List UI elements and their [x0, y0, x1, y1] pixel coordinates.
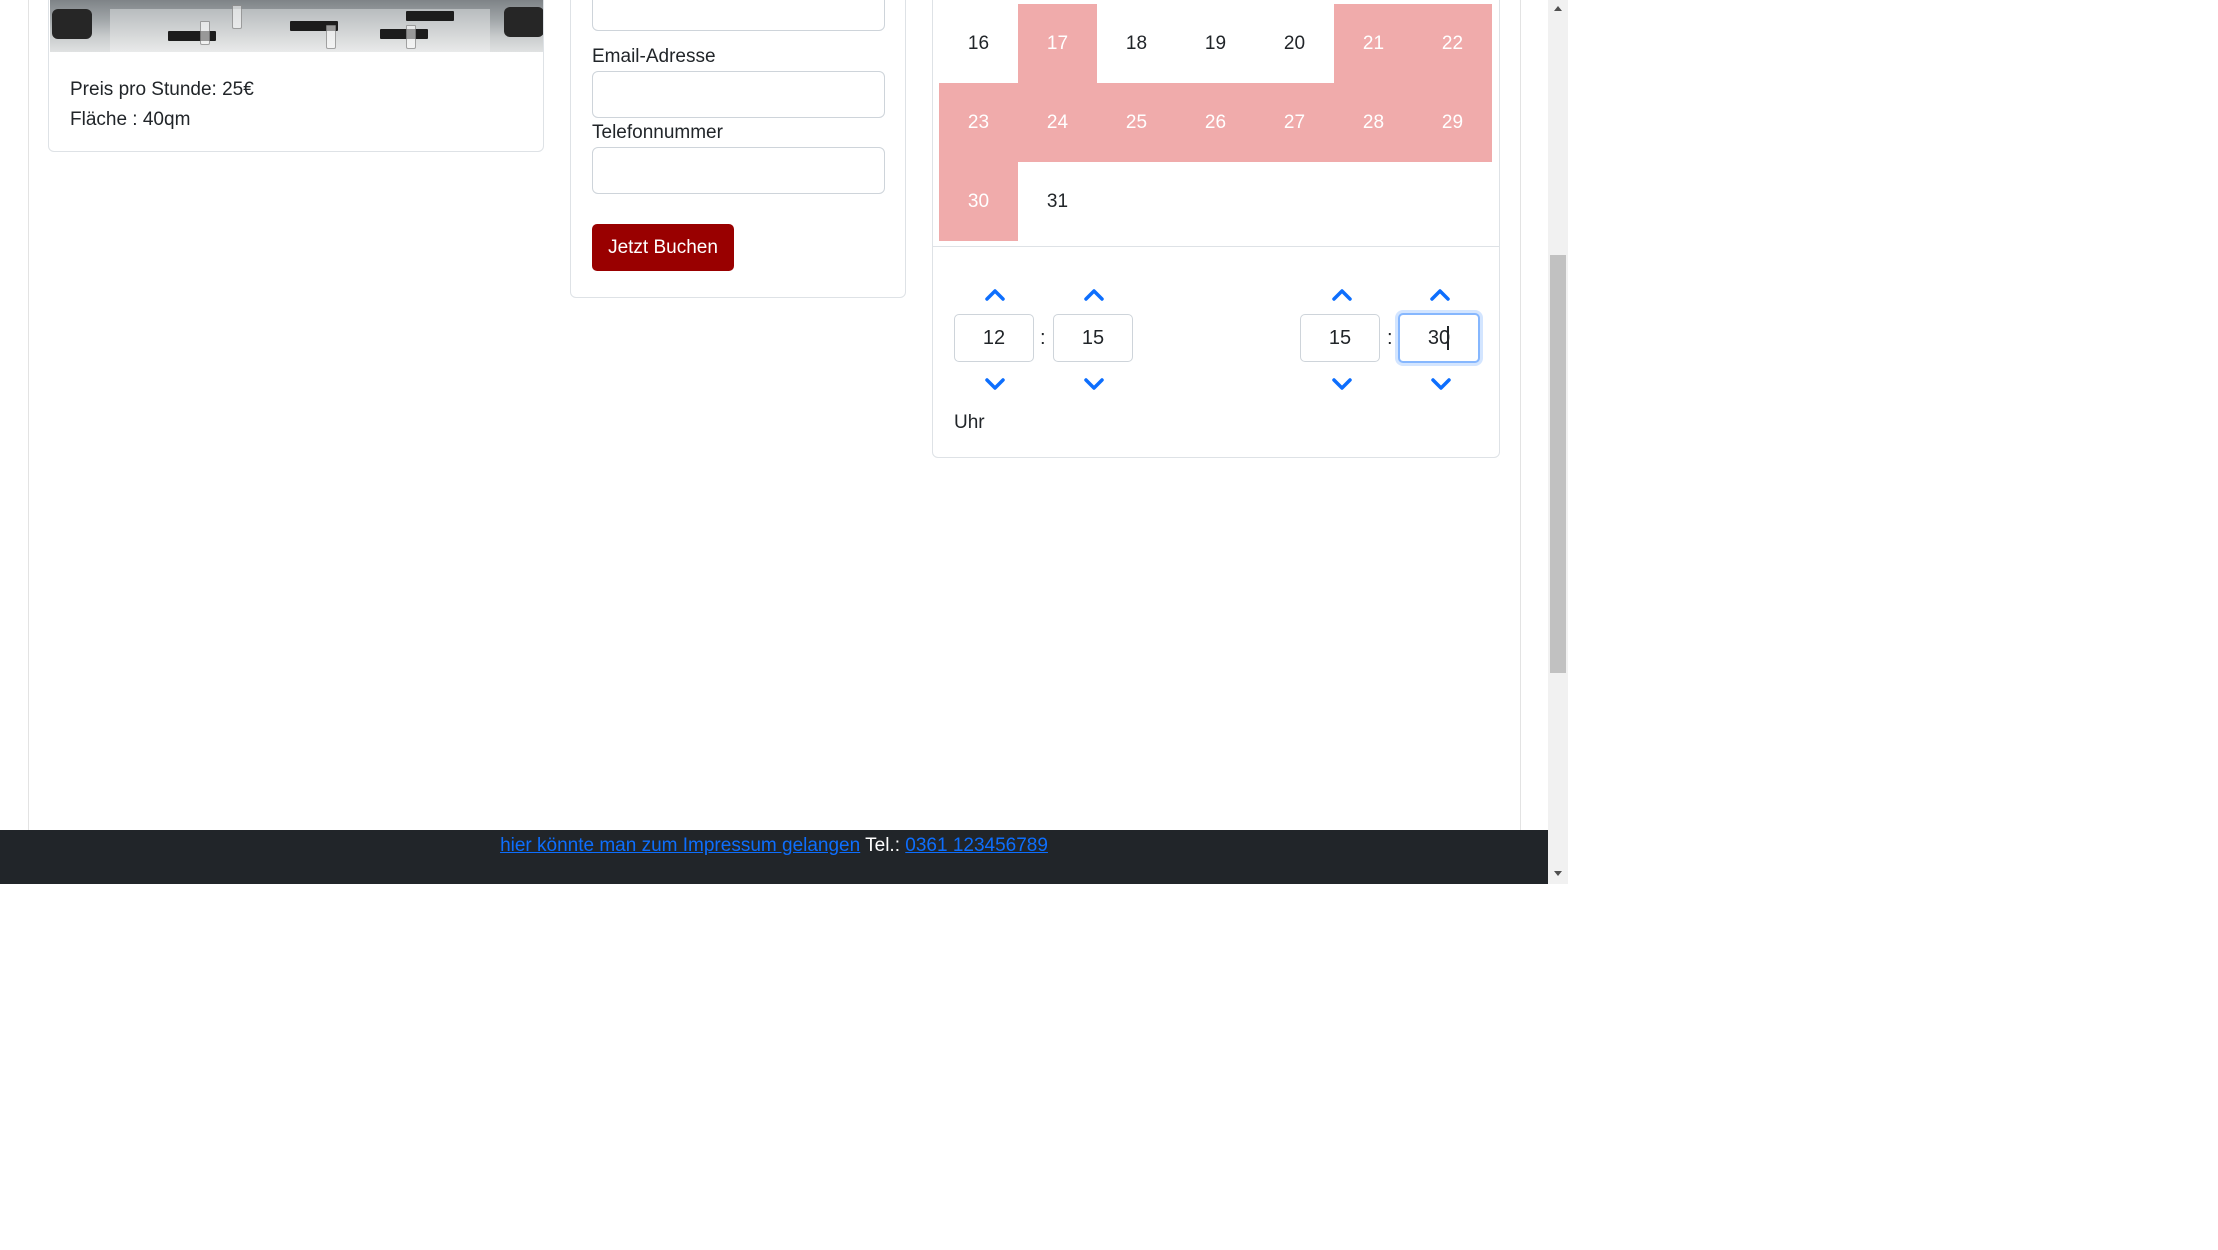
room-price: Preis pro Stunde: 25€ — [70, 79, 254, 100]
calendar-day-booked[interactable]: 24 — [1018, 83, 1097, 162]
calendar-day[interactable]: 20 — [1255, 4, 1334, 83]
room-photo — [50, 0, 543, 52]
scrollbar[interactable] — [1548, 0, 1568, 884]
email-label: Email-Adresse — [592, 46, 716, 67]
room-area: Fläche : 40qm — [70, 109, 191, 130]
chevron-down-icon[interactable] — [983, 375, 1007, 393]
calendar-day-booked[interactable]: 29 — [1413, 83, 1492, 162]
tel-label: Tel.: — [865, 835, 900, 856]
phone-link[interactable]: 0361 123456789 — [905, 835, 1048, 856]
chevron-down-icon[interactable] — [1330, 375, 1354, 393]
chevron-up-icon[interactable] — [1428, 286, 1452, 304]
calendar-day-booked[interactable]: 27 — [1255, 83, 1334, 162]
booking-form: Email-Adresse Telefonnummer Jetzt Buchen — [570, 0, 906, 298]
text-cursor — [1447, 326, 1449, 350]
chevron-up-icon[interactable] — [1330, 286, 1354, 304]
start-minute-input[interactable]: 15 — [1053, 314, 1133, 362]
calendar-day[interactable]: 18 — [1097, 4, 1176, 83]
calendar-day-booked[interactable]: 17 — [1018, 4, 1097, 83]
calendar-week-row: 30 31 — [939, 162, 1494, 241]
date-time-picker: 16 17 18 19 20 21 22 23 24 25 26 27 28 2… — [932, 0, 1500, 458]
chevron-up-icon[interactable] — [983, 286, 1007, 304]
chevron-up-icon[interactable] — [1082, 286, 1106, 304]
impressum-link[interactable]: hier könnte man zum Impressum gelangen — [500, 835, 860, 856]
chevron-down-icon[interactable] — [1429, 375, 1453, 393]
calendar-day-booked[interactable]: 23 — [939, 83, 1018, 162]
start-hour-input[interactable]: 12 — [954, 314, 1034, 362]
calendar-day[interactable]: 16 — [939, 4, 1018, 83]
phone-label: Telefonnummer — [592, 122, 723, 143]
calendar-day-booked[interactable]: 30 — [939, 162, 1018, 241]
picker-divider — [933, 246, 1499, 247]
room-card: Preis pro Stunde: 25€ Fläche : 40qm — [48, 0, 544, 152]
calendar-day-booked[interactable]: 28 — [1334, 83, 1413, 162]
footer: hier könnte man zum Impressum gelangen T… — [0, 830, 1548, 884]
chevron-down-icon[interactable] — [1082, 375, 1106, 393]
calendar-day-booked[interactable]: 26 — [1176, 83, 1255, 162]
scroll-down-icon[interactable] — [1548, 866, 1568, 882]
scroll-up-icon[interactable] — [1548, 0, 1568, 16]
email-input[interactable] — [592, 71, 885, 118]
calendar-day[interactable]: 19 — [1176, 4, 1255, 83]
calendar-day[interactable]: 31 — [1018, 162, 1097, 241]
phone-input[interactable] — [592, 147, 885, 194]
calendar-week-row: 23 24 25 26 27 28 29 — [939, 83, 1494, 162]
end-minute-input[interactable]: 30 — [1398, 313, 1480, 363]
calendar-week-row: 16 17 18 19 20 21 22 — [939, 4, 1494, 83]
calendar-day-booked[interactable]: 21 — [1334, 4, 1413, 83]
time-unit-label: Uhr — [954, 412, 985, 433]
book-now-button[interactable]: Jetzt Buchen — [592, 224, 734, 271]
time-separator: : — [1040, 327, 1046, 349]
calendar-day-booked[interactable]: 25 — [1097, 83, 1176, 162]
calendar-day-booked[interactable]: 22 — [1413, 4, 1492, 83]
time-separator: : — [1387, 327, 1393, 349]
end-hour-input[interactable]: 15 — [1300, 314, 1380, 362]
scroll-thumb[interactable] — [1550, 255, 1566, 673]
name-input[interactable] — [592, 0, 885, 31]
